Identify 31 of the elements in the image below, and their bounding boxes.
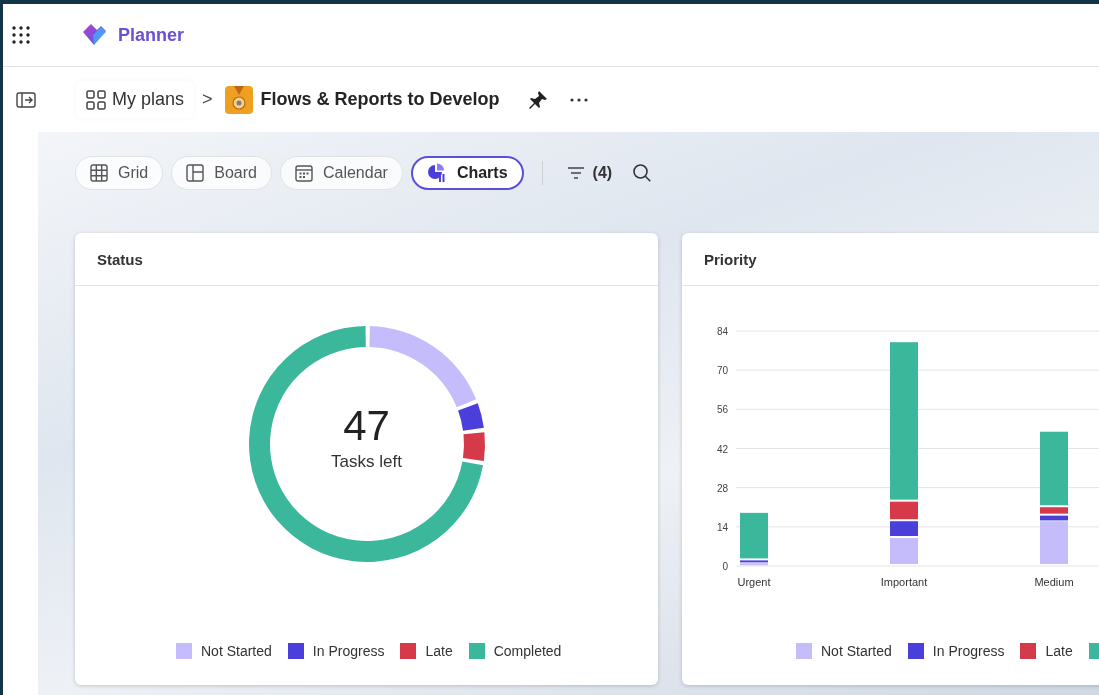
axis-label: 56 bbox=[716, 404, 728, 416]
legend-label: Late bbox=[1045, 643, 1073, 659]
tasks-left-count: 47 bbox=[343, 402, 390, 450]
tasks-left-label: Tasks left bbox=[331, 452, 402, 472]
legend-label: In Progress bbox=[932, 643, 1005, 659]
legend-label: Not Started bbox=[201, 643, 272, 659]
card-title: Priority bbox=[704, 250, 757, 268]
card-title: Status bbox=[97, 250, 143, 268]
my-plans-link[interactable]: My plans bbox=[76, 81, 195, 118]
legend-label: Not Started bbox=[821, 643, 892, 659]
legend-label: Completed bbox=[493, 643, 562, 659]
plan-title: Flows & Reports to Develop bbox=[260, 89, 500, 110]
view-tab[interactable]: Charts bbox=[410, 156, 524, 190]
legend-label: In Progress bbox=[312, 643, 385, 659]
view-tab[interactable]: Board bbox=[171, 156, 272, 190]
view-tab[interactable]: Calendar bbox=[279, 156, 403, 190]
axis-label: 14 bbox=[716, 521, 728, 533]
breadcrumb-label: My plans bbox=[112, 89, 185, 110]
filter-button[interactable]: (4) bbox=[560, 164, 619, 182]
category-label: Medium bbox=[1034, 576, 1074, 588]
axis-label: 70 bbox=[716, 365, 728, 377]
breadcrumb-separator: > bbox=[202, 89, 213, 110]
view-tab[interactable]: Grid bbox=[75, 156, 164, 190]
axis-label: 28 bbox=[716, 482, 728, 494]
app-title: Planner bbox=[118, 24, 185, 46]
axis-label: 84 bbox=[716, 326, 728, 337]
category-label: Important bbox=[880, 576, 928, 588]
axis-label: 42 bbox=[716, 443, 728, 455]
axis-label: 0 bbox=[722, 561, 728, 572]
legend-label: Late bbox=[425, 643, 453, 659]
category-label: Urgent bbox=[737, 576, 771, 588]
